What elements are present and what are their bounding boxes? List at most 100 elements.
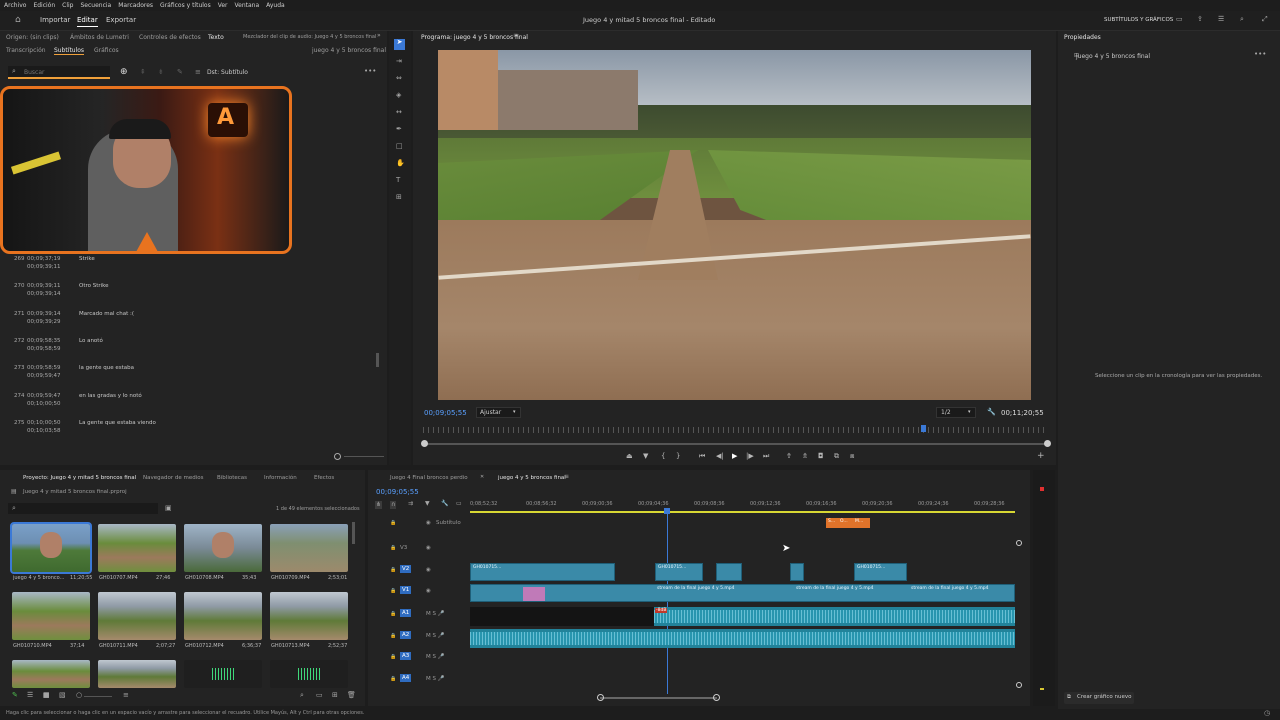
scroll-handle-left[interactable] xyxy=(421,440,428,447)
project-item[interactable] xyxy=(184,592,262,640)
zoom-handle[interactable] xyxy=(334,453,341,460)
track-header[interactable]: 🔒 A2 M S 🎤 xyxy=(374,629,466,649)
project-item[interactable] xyxy=(12,660,90,688)
tab-importar[interactable]: Importar xyxy=(40,16,70,24)
sort-icon[interactable]: ≡ xyxy=(123,692,129,699)
list-icon[interactable]: ☰ xyxy=(1218,16,1224,23)
timeline-scrollbar[interactable] xyxy=(600,697,717,699)
project-item[interactable] xyxy=(98,524,176,572)
pen-tool-icon[interactable]: ✒ xyxy=(396,126,402,133)
play-icon[interactable]: ▶ xyxy=(732,452,737,460)
slip-icon[interactable]: ↔ xyxy=(396,109,402,116)
vr-icon[interactable]: ⧈ xyxy=(850,452,854,461)
tab-informacion[interactable]: Información xyxy=(264,475,297,481)
rectangle-icon[interactable]: □ xyxy=(396,143,403,150)
scroll-handle-left[interactable] xyxy=(597,694,604,701)
ripple-icon[interactable]: ⇔ xyxy=(396,75,402,82)
track-select-icon[interactable]: ⇥ xyxy=(396,58,402,65)
selection-tool-icon[interactable]: ➤ xyxy=(394,39,405,50)
home-icon[interactable]: ⌂ xyxy=(15,16,21,25)
lock-icon[interactable]: 🔒 xyxy=(390,545,396,551)
mute-solo-mic-icon[interactable]: M S 🎤 xyxy=(426,633,445,639)
razor-icon[interactable]: ◈ xyxy=(396,92,401,99)
work-area-bar[interactable] xyxy=(470,511,1015,513)
new-graphic-button[interactable]: ⧉ Crear gráfico nuevo xyxy=(1064,692,1134,704)
menu-secuencia[interactable]: Secuencia xyxy=(81,2,112,9)
thumb-zoom-slider[interactable] xyxy=(84,696,112,697)
program-title[interactable]: Programa: juego 4 y 5 broncos final xyxy=(421,34,528,41)
menu-archivo[interactable]: Archivo xyxy=(4,2,26,9)
vertical-scroll-handle[interactable] xyxy=(1016,682,1022,688)
snap-icon[interactable]: ⋔ xyxy=(375,501,383,509)
tab-transcripcion[interactable]: Transcripción xyxy=(6,47,46,54)
lock-icon[interactable]: 🔒 xyxy=(390,567,396,573)
program-timecode[interactable]: 00;09;05;55 xyxy=(424,409,467,417)
menu-edicion[interactable]: Edición xyxy=(33,2,55,9)
step-back-icon[interactable]: ◀| xyxy=(716,452,724,460)
eye-icon[interactable]: ◉ xyxy=(426,545,431,551)
zoom-scrollbar[interactable] xyxy=(423,443,1047,445)
a2-clip[interactable] xyxy=(470,629,1015,648)
panel-icon[interactable]: ▭ xyxy=(1176,16,1183,23)
step-forward-icon[interactable]: |▶ xyxy=(746,452,754,460)
zoom-slider-icon[interactable]: ○ xyxy=(76,692,82,699)
pencil-icon[interactable]: ✎ xyxy=(12,692,18,699)
freeform-view-icon[interactable]: ▧ xyxy=(59,692,66,699)
mute-solo-mic-icon[interactable]: M S 🎤 xyxy=(426,611,445,617)
tab-sequence-1[interactable]: Juego 4 Final broncos perdio xyxy=(390,475,468,481)
caption-row[interactable]: 275 00;10;00;50 00;10;03;58 La gente que es… xyxy=(0,417,385,444)
caption-text[interactable]: Strike xyxy=(79,256,95,262)
track-header[interactable]: 🔒 A4 M S 🎤 xyxy=(374,672,466,692)
tab-subtitulos[interactable]: Subtítulos xyxy=(54,47,85,55)
lift-icon[interactable]: ⏏ xyxy=(626,452,633,460)
lock-icon[interactable]: 🔒 xyxy=(390,611,396,617)
caption-tool-icon[interactable]: ⊞ xyxy=(396,194,402,201)
zoom-track[interactable] xyxy=(344,456,384,457)
caption-text[interactable]: Marcado mal chat :( xyxy=(79,311,134,317)
bin-icon[interactable]: ▣ xyxy=(165,505,172,512)
tab-origen[interactable]: Origen: (sin clips) xyxy=(6,34,59,41)
marker-icon[interactable]: ▼ xyxy=(425,501,430,507)
go-to-in-icon[interactable]: ⏮ xyxy=(699,452,705,461)
hand-icon[interactable]: ✋ xyxy=(396,160,405,167)
wrench-icon[interactable]: 🔧 xyxy=(441,501,448,507)
lock-icon[interactable]: 🔒 xyxy=(390,676,396,682)
timeline-timecode[interactable]: 00;09;05;55 xyxy=(376,488,419,496)
project-item[interactable] xyxy=(184,660,262,688)
fullscreen-icon[interactable]: ⤢ xyxy=(1262,16,1268,23)
eye-icon[interactable]: ◉ xyxy=(426,588,431,594)
camera-icon[interactable]: ◘ xyxy=(818,452,824,460)
add-icon[interactable]: ⊕ xyxy=(120,68,128,77)
caption-row[interactable]: 271 00;09;39;14 00;09;39;29 Marcado mal cha… xyxy=(0,308,385,335)
go-to-out-icon[interactable]: ⏭ xyxy=(763,452,769,461)
track-header[interactable]: 🔒 A1 M S 🎤 xyxy=(374,607,466,627)
tab-mezclador[interactable]: Mezclador del clip de audio: Juego 4 y 5… xyxy=(243,34,376,40)
project-item[interactable] xyxy=(270,592,348,640)
menu-icon[interactable]: ≡ xyxy=(513,33,518,39)
tab-editar[interactable]: Editar xyxy=(77,16,98,27)
tab-efectos[interactable]: Efectos xyxy=(314,475,334,481)
tab-sequence-2[interactable]: juego 4 y 5 broncos final xyxy=(498,475,566,481)
project-item[interactable] xyxy=(98,592,176,640)
project-item[interactable] xyxy=(98,660,176,688)
fit-select[interactable]: Ajustar ▾ xyxy=(476,407,521,418)
project-item[interactable] xyxy=(10,522,92,574)
wrench-icon[interactable]: 🔧 xyxy=(987,409,996,416)
notification-icon[interactable]: ◷ xyxy=(1264,709,1270,717)
add-button-icon[interactable]: + xyxy=(1037,451,1045,461)
project-item[interactable] xyxy=(184,524,262,572)
a1-clip[interactable]: -8dB xyxy=(654,607,1015,626)
monitor-playhead[interactable] xyxy=(921,425,926,432)
v2-clip[interactable] xyxy=(790,563,804,581)
caption-clip[interactable]: O... xyxy=(838,518,853,528)
more-icon[interactable]: ••• xyxy=(1254,51,1266,58)
v2-clip[interactable] xyxy=(716,563,742,581)
v1-clip[interactable]: stream de la final juego 4 y 5.mp4 strea… xyxy=(470,584,1015,602)
icon-view-icon[interactable]: ▦ xyxy=(43,692,50,699)
split-icon[interactable]: ⇟ xyxy=(158,69,164,76)
caption-text[interactable]: Otro Strike xyxy=(79,283,109,289)
properties-title[interactable]: Propiedades xyxy=(1064,34,1101,41)
share-icon[interactable]: ⇪ xyxy=(1197,16,1203,23)
menu-icon[interactable]: ≡ xyxy=(564,474,569,480)
track-header[interactable]: 🔒 Subtítulo ◉ xyxy=(374,516,466,536)
